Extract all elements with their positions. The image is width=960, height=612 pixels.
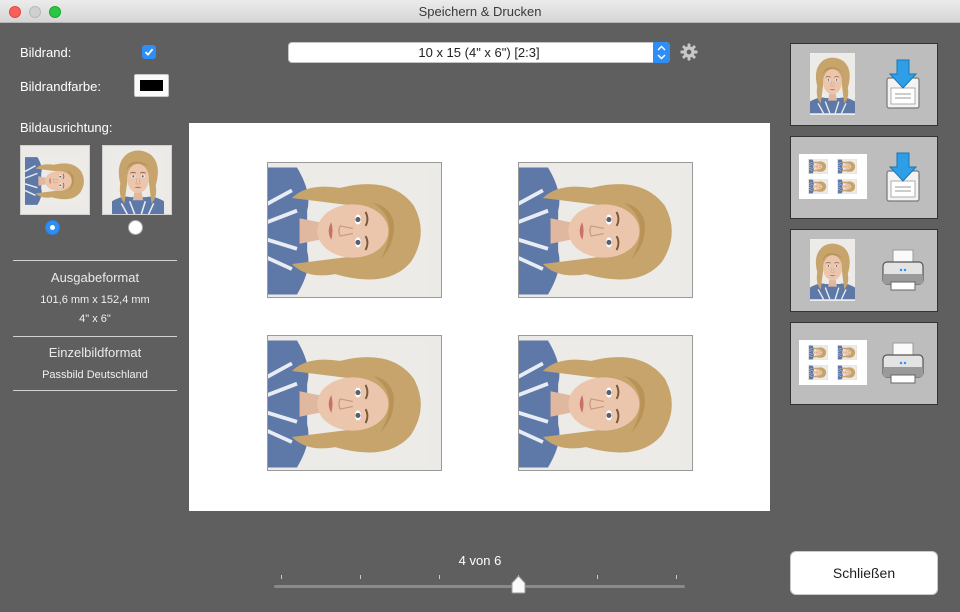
single-format-title: Einzelbildformat bbox=[48, 345, 142, 360]
divider bbox=[13, 390, 177, 391]
print-photo-sheet-button[interactable] bbox=[790, 322, 938, 405]
border-color-well[interactable] bbox=[134, 74, 169, 97]
slider-tick bbox=[439, 575, 440, 579]
border-checkbox[interactable] bbox=[142, 45, 156, 59]
output-format-inch: 4" x 6" bbox=[79, 313, 111, 325]
page-slider-knob[interactable] bbox=[511, 575, 526, 594]
orientation-landscape-option[interactable] bbox=[20, 145, 90, 215]
checkmark-icon bbox=[144, 48, 154, 56]
single-photo-thumbnail bbox=[810, 53, 855, 115]
slider-tick bbox=[360, 575, 361, 579]
page-indicator: 4 von 6 bbox=[458, 553, 502, 568]
color-swatch bbox=[140, 80, 163, 91]
save-photo-sheet-button[interactable] bbox=[790, 136, 938, 219]
orientation-portrait-radio[interactable] bbox=[128, 220, 143, 235]
page-slider-track[interactable] bbox=[274, 585, 685, 588]
window-title: Speichern & Drucken bbox=[418, 4, 542, 19]
download-icon bbox=[881, 151, 925, 203]
slider-tick bbox=[281, 575, 282, 579]
passport-photo bbox=[267, 335, 442, 471]
photo-sheet-thumbnail bbox=[799, 154, 867, 199]
single-photo-thumbnail bbox=[810, 239, 855, 301]
slider-tick bbox=[676, 575, 677, 579]
output-format-mm: 101,6 mm x 152,4 mm bbox=[40, 294, 150, 306]
passport-photo bbox=[518, 335, 693, 471]
slider-tick bbox=[597, 575, 598, 579]
orientation-label: Bildausrichtung: bbox=[20, 120, 113, 135]
portrait-photo-thumbnail bbox=[103, 146, 171, 214]
printer-icon bbox=[881, 244, 925, 296]
passport-photo bbox=[267, 162, 442, 298]
format-select-value: 10 x 15 (4" x 6") [2:3] bbox=[418, 45, 540, 60]
border-label: Bildrand: bbox=[20, 45, 72, 60]
gear-icon[interactable] bbox=[680, 43, 698, 61]
border-color-label: Bildrandfarbe: bbox=[20, 79, 101, 94]
divider bbox=[13, 260, 177, 261]
download-icon bbox=[881, 58, 925, 110]
single-format-value: Passbild Deutschland bbox=[42, 369, 148, 381]
save-single-photo-button[interactable] bbox=[790, 43, 938, 126]
title-bar: Speichern & Drucken bbox=[0, 0, 960, 23]
orientation-landscape-radio[interactable] bbox=[45, 220, 60, 235]
close-button[interactable]: Schließen bbox=[790, 551, 938, 595]
landscape-photo-thumbnail bbox=[21, 146, 89, 214]
output-format-title: Ausgabeformat bbox=[50, 270, 140, 285]
select-stepper-icon bbox=[653, 42, 670, 63]
printer-icon bbox=[881, 337, 925, 389]
print-single-photo-button[interactable] bbox=[790, 229, 938, 312]
format-select[interactable]: 10 x 15 (4" x 6") [2:3] bbox=[288, 42, 670, 63]
divider bbox=[13, 336, 177, 337]
orientation-portrait-option[interactable] bbox=[102, 145, 172, 215]
passport-photo bbox=[518, 162, 693, 298]
photo-sheet-thumbnail bbox=[799, 340, 867, 385]
print-preview-sheet bbox=[189, 123, 770, 511]
